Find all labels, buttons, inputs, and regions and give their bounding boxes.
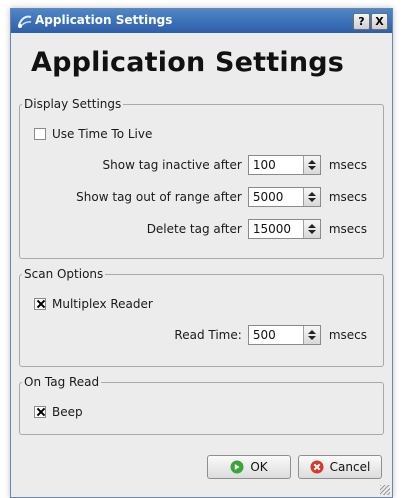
read-time-input[interactable]	[248, 327, 303, 343]
delete-input[interactable]	[248, 221, 303, 237]
beep-checkbox[interactable]	[34, 406, 46, 418]
multiplex-label: Multiplex Reader	[52, 297, 153, 311]
out-of-range-label: Show tag out of range after	[76, 190, 242, 204]
inactive-input[interactable]	[248, 157, 303, 173]
beep-label: Beep	[52, 405, 83, 419]
on-tag-read-legend: On Tag Read	[24, 375, 100, 389]
help-button[interactable]: ?	[353, 13, 370, 30]
out-of-range-row: Show tag out of range after msecs	[76, 187, 367, 207]
delete-label: Delete tag after	[146, 222, 242, 236]
ok-label: OK	[250, 460, 268, 474]
use-ttl-checkbox-row[interactable]: Use Time To Live	[34, 127, 152, 141]
down-arrow-icon[interactable]	[307, 166, 316, 170]
up-arrow-icon[interactable]	[307, 330, 316, 334]
up-arrow-icon[interactable]	[307, 192, 316, 196]
read-time-label: Read Time:	[174, 328, 242, 342]
out-of-range-unit: msecs	[328, 190, 367, 204]
page-title: Application Settings	[31, 47, 345, 78]
app-antenna-icon	[18, 15, 32, 28]
ok-check-icon	[230, 460, 244, 474]
delete-unit: msecs	[328, 222, 367, 236]
read-time-row: Read Time: msecs	[174, 325, 367, 345]
display-settings-group: Display Settings Use Time To Live Show t…	[19, 97, 384, 259]
down-arrow-icon[interactable]	[307, 336, 316, 340]
cancel-x-icon	[310, 460, 324, 474]
up-arrow-icon[interactable]	[307, 160, 316, 164]
delete-row: Delete tag after msecs	[147, 219, 367, 239]
on-tag-read-group: On Tag Read Beep	[19, 375, 384, 435]
inactive-label: Show tag inactive after	[102, 158, 242, 172]
read-time-stepper[interactable]	[302, 326, 320, 344]
inactive-spinbox[interactable]	[247, 155, 321, 175]
delete-stepper[interactable]	[302, 220, 320, 238]
inactive-unit: msecs	[328, 158, 367, 172]
down-arrow-icon[interactable]	[307, 230, 316, 234]
up-arrow-icon[interactable]	[307, 224, 316, 228]
down-arrow-icon[interactable]	[307, 198, 316, 202]
inactive-stepper[interactable]	[302, 156, 320, 174]
multiplex-checkbox[interactable]	[34, 298, 46, 310]
window-title: Application Settings	[35, 13, 173, 27]
scan-options-group: Scan Options Multiplex Reader Read Time:…	[19, 267, 384, 367]
display-settings-legend: Display Settings	[24, 97, 122, 111]
cancel-label: Cancel	[329, 460, 371, 474]
resize-grip[interactable]	[380, 485, 390, 495]
delete-spinbox[interactable]	[247, 219, 321, 239]
ok-button[interactable]: OK	[207, 455, 291, 479]
scan-options-legend: Scan Options	[24, 267, 104, 281]
title-bar[interactable]: Application Settings ? X	[11, 9, 392, 33]
close-button[interactable]: X	[371, 13, 388, 30]
settings-dialog: Application Settings ? X Application Set…	[10, 8, 393, 498]
beep-checkbox-row[interactable]: Beep	[34, 405, 83, 419]
out-of-range-input[interactable]	[248, 189, 303, 205]
use-ttl-label: Use Time To Live	[52, 127, 153, 141]
read-time-spinbox[interactable]	[247, 325, 321, 345]
inactive-row: Show tag inactive after msecs	[102, 155, 367, 175]
use-ttl-checkbox[interactable]	[34, 128, 46, 140]
multiplex-checkbox-row[interactable]: Multiplex Reader	[34, 297, 153, 311]
out-of-range-spinbox[interactable]	[247, 187, 321, 207]
out-of-range-stepper[interactable]	[302, 188, 320, 206]
read-time-unit: msecs	[328, 328, 367, 342]
cancel-button[interactable]: Cancel	[298, 455, 382, 479]
